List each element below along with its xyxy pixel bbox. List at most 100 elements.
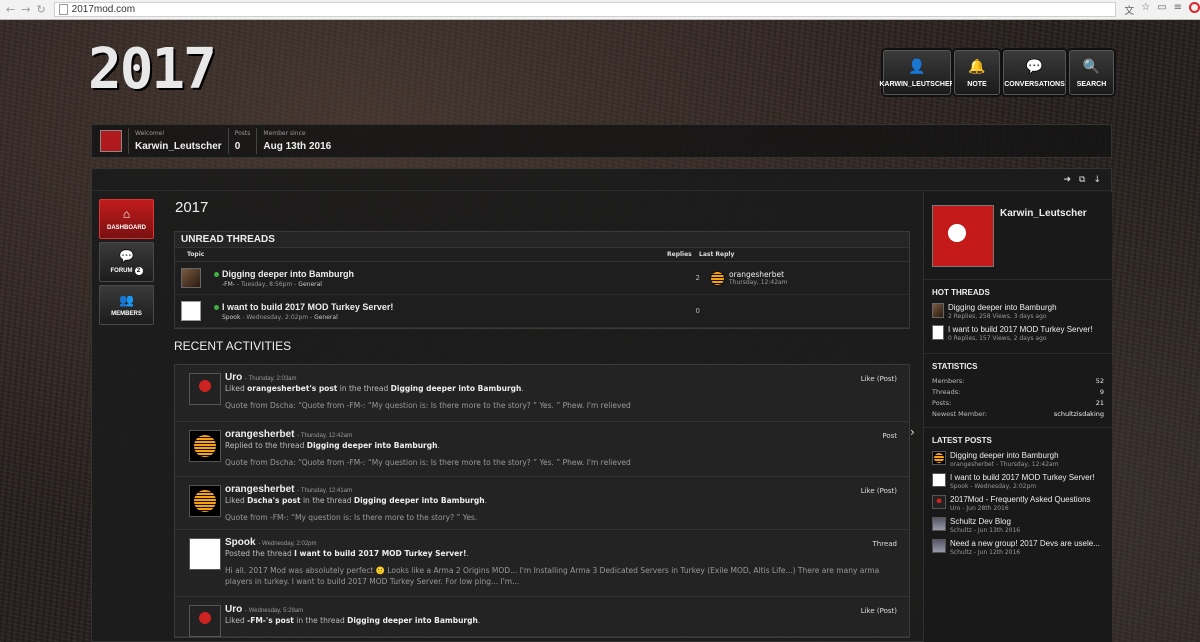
activity-avatar[interactable] — [189, 430, 221, 462]
latest-post-user[interactable]: Schultz — [950, 549, 972, 556]
activity-user[interactable]: orangesherbet — [225, 429, 294, 440]
list-item[interactable]: Digging deeper into Bamburgh orangesherbe… — [932, 451, 1104, 468]
avatar[interactable] — [100, 130, 122, 152]
activity-time: Wednesday, 2:02pm — [262, 541, 317, 547]
list-item: Uro - Wednesday, 5:28am Liked -FM-'s pos… — [175, 597, 909, 637]
activity-user[interactable]: orangesherbet — [225, 484, 294, 495]
translate-icon[interactable]: 文 — [1124, 2, 1134, 17]
stat-label: Threads: — [932, 388, 961, 396]
star-icon[interactable]: ☆ — [1141, 2, 1150, 17]
welcome-username[interactable]: Karwin_Leutscher — [135, 141, 222, 152]
list-item[interactable]: Schultz Dev Blog Schultz - Jun 13th 2016 — [932, 517, 1104, 534]
bell-icon: 🔔 — [968, 57, 986, 74]
address-bar[interactable]: 2017mod.com — [53, 2, 1117, 17]
forward-icon[interactable]: → — [21, 3, 30, 16]
nav-forum[interactable]: 💬 FORUM 2 — [99, 242, 154, 282]
site-logo[interactable]: 2017 — [88, 40, 218, 100]
profile-name[interactable]: Karwin_Leutscher — [1000, 208, 1087, 279]
panel-toolbar: ➜ ⧉ ↓ — [92, 169, 1111, 191]
search-button[interactable]: 🔍 SEARCH — [1069, 50, 1114, 95]
search-icon: 🔍 — [1082, 57, 1101, 74]
conversations-label: CONVERSATIONS — [1004, 80, 1065, 88]
notifications-button[interactable]: 🔔 NOTE — [954, 50, 1000, 95]
activity-target[interactable]: Digging deeper into Bamburgh — [307, 441, 438, 450]
post-avatar — [932, 495, 946, 509]
stat-value[interactable]: schultzisdaking — [1054, 410, 1104, 418]
stat-value: 52 — [1095, 377, 1104, 385]
nav-dashboard[interactable]: ⌂ DASHBOARD — [99, 199, 154, 239]
list-item[interactable]: 2017Mod - Frequently Asked Questions Uro … — [932, 495, 1104, 512]
latest-post-user[interactable]: orangesherbet — [950, 461, 994, 468]
activity-target[interactable]: -FM-'s post — [247, 616, 294, 625]
nav-members-label: MEMBERS — [111, 311, 142, 317]
activity-avatar[interactable] — [189, 485, 221, 517]
reload-icon[interactable]: ↻ — [36, 3, 45, 16]
chevron-right-icon[interactable]: ➜ — [1063, 175, 1071, 185]
thread-author[interactable]: Spook — [222, 314, 240, 321]
back-icon[interactable]: ← — [6, 3, 15, 16]
conversations-button[interactable]: 💬 CONVERSATIONS — [1003, 50, 1066, 95]
list-item[interactable]: Digging deeper into Bamburgh 2 Replies, 2… — [932, 303, 1104, 320]
activity-quote: Hi all. 2017 Mod was absolutely perfect … — [225, 566, 880, 586]
activity-target[interactable]: orangesherbet's post — [247, 384, 337, 393]
activity-user[interactable]: Uro — [225, 372, 242, 383]
nav-forum-label: FORUM — [110, 268, 133, 274]
member-since-label: Member since — [263, 130, 306, 137]
latest-post-user[interactable]: Uro — [950, 505, 960, 512]
latest-post-title[interactable]: 2017Mod - Frequently Asked Questions — [950, 495, 1091, 504]
arrow-down-icon[interactable]: ↓ — [1093, 175, 1101, 185]
opera-icon[interactable] — [1189, 2, 1200, 13]
activity-user[interactable]: Uro — [225, 604, 242, 615]
activity-user[interactable]: Spook — [225, 537, 256, 548]
latest-post-time: Jun 13th 2016 — [977, 527, 1021, 534]
latest-post-title[interactable]: Digging deeper into Bamburgh — [950, 451, 1059, 460]
list-item[interactable]: I want to build 2017 MOD Turkey Server! S… — [932, 473, 1104, 490]
activity-target[interactable]: Dscha's post — [247, 496, 300, 505]
latest-post-user[interactable]: Schultz — [950, 527, 972, 534]
nav-members[interactable]: 👥 MEMBERS — [99, 285, 154, 325]
sidebar-toggle-icon[interactable]: › — [910, 425, 915, 439]
user-menu-button[interactable]: 👤 KARWIN_LEUTSCHER — [879, 50, 955, 95]
thread-board[interactable]: General — [298, 281, 322, 288]
latest-post-time: Thursday, 12:42am — [1000, 461, 1059, 468]
thread-author[interactable]: -FM- — [222, 281, 235, 288]
activity-action: Posted the thread — [225, 549, 295, 558]
browser-toolbar: ← → ↻ 2017mod.com 文 ☆ ▭ ≡ — [0, 0, 1200, 20]
last-reply-user[interactable]: orangesherbet — [729, 270, 788, 279]
hot-thread-title[interactable]: I want to build 2017 MOD Turkey Server! — [948, 325, 1093, 334]
thread-title[interactable]: Digging deeper into Bamburgh — [222, 269, 354, 279]
stat-value: 21 — [1095, 399, 1104, 407]
activity-avatar[interactable] — [189, 373, 221, 405]
thread-title[interactable]: I want to build 2017 MOD Turkey Server! — [222, 302, 393, 312]
activity-avatar[interactable] — [189, 538, 221, 570]
profile-avatar[interactable] — [932, 205, 994, 267]
thread-board[interactable]: General — [314, 314, 338, 321]
table-row[interactable]: Digging deeper into Bamburgh -FM- - Tues… — [175, 262, 909, 295]
main-content: 2017 UNREAD THREADS Topic Replies Last R… — [174, 199, 910, 638]
main-panel: ➜ ⧉ ↓ ⌂ DASHBOARD 💬 FORUM 2 👥 MEMBERS 201… — [91, 168, 1112, 642]
hot-thread-title[interactable]: Digging deeper into Bamburgh — [948, 303, 1057, 312]
table-row[interactable]: I want to build 2017 MOD Turkey Server! … — [175, 295, 909, 328]
activity-time: Wednesday, 5:28am — [248, 608, 304, 614]
top-navigation: 👤 KARWIN_LEUTSCHER 🔔 NOTE 💬 CONVERSATION… — [879, 50, 1114, 95]
activity-thread-link[interactable]: Digging deeper into Bamburgh — [347, 616, 478, 625]
user-icon: 👤 — [908, 57, 926, 74]
search-label: SEARCH — [1076, 80, 1107, 88]
cast-icon[interactable]: ▭ — [1157, 2, 1166, 17]
activity-thread-link[interactable]: Digging deeper into Bamburgh — [354, 496, 485, 505]
list-item[interactable]: I want to build 2017 MOD Turkey Server! 0… — [932, 325, 1104, 342]
latest-post-title[interactable]: Schultz Dev Blog — [950, 517, 1020, 526]
activity-quote: Quote from -FM-: “My question is: Is the… — [225, 513, 478, 522]
latest-post-user[interactable]: Spook — [950, 483, 968, 490]
activity-avatar[interactable] — [189, 605, 221, 637]
menu-icon[interactable]: ≡ — [1174, 2, 1182, 17]
post-avatar — [932, 539, 946, 553]
activity-thread-link[interactable]: Digging deeper into Bamburgh — [391, 384, 522, 393]
list-item[interactable]: Need a new group! 2017 Devs are usele...… — [932, 539, 1104, 556]
sitemap-icon[interactable]: ⧉ — [1079, 175, 1085, 185]
activity-target[interactable]: I want to build 2017 MOD Turkey Server! — [294, 549, 466, 558]
latest-post-title[interactable]: Need a new group! 2017 Devs are usele... — [950, 539, 1100, 548]
hot-thread-meta: 2 Replies, 258 Views, 3 days ago — [948, 313, 1047, 320]
statistics-section: STATISTICS Members: 52 Threads: 9 Posts: 21… — [924, 354, 1112, 428]
latest-post-title[interactable]: I want to build 2017 MOD Turkey Server! — [950, 473, 1095, 482]
